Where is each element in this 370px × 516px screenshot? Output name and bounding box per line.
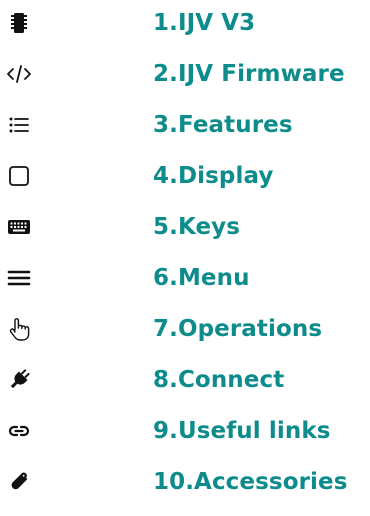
pointer-hand-icon: [5, 315, 33, 343]
link-icon: [5, 417, 33, 445]
code-icon: [5, 60, 33, 88]
list-icon: [5, 111, 33, 139]
nav-item-label: 8.Connect: [153, 367, 285, 393]
nav-item-label: 2.IJV Firmware: [153, 61, 345, 87]
nav-item-features[interactable]: 3.Features: [0, 102, 370, 148]
nav-item-label: 5.Keys: [153, 214, 241, 240]
nav-item-keys[interactable]: 5.Keys: [0, 204, 370, 250]
nav-item-display[interactable]: 4.Display: [0, 153, 370, 199]
paperclip-icon: [5, 468, 33, 496]
nav-item-label: 1.IJV V3: [153, 10, 256, 36]
menu-icon: [5, 264, 33, 292]
nav-item-label: 10.Accessories: [153, 469, 348, 495]
nav-item-accessories[interactable]: 10.Accessories: [0, 459, 370, 505]
chip-icon: [5, 9, 33, 37]
nav-item-label: 9.Useful links: [153, 418, 331, 444]
nav-item-ijv-firmware[interactable]: 2.IJV Firmware: [0, 51, 370, 97]
square-icon: [5, 162, 33, 190]
plug-icon: [5, 366, 33, 394]
nav-item-connect[interactable]: 8.Connect: [0, 357, 370, 403]
nav-item-label: 6.Menu: [153, 265, 250, 291]
nav-item-label: 7.Operations: [153, 316, 323, 342]
keyboard-icon: [5, 213, 33, 241]
nav-item-ijv-v3[interactable]: 1.IJV V3: [0, 0, 370, 46]
nav-item-label: 4.Display: [153, 163, 274, 189]
nav-item-operations[interactable]: 7.Operations: [0, 306, 370, 352]
nav-item-useful-links[interactable]: 9.Useful links: [0, 408, 370, 454]
nav-item-label: 3.Features: [153, 112, 293, 138]
nav-item-menu[interactable]: 6.Menu: [0, 255, 370, 301]
